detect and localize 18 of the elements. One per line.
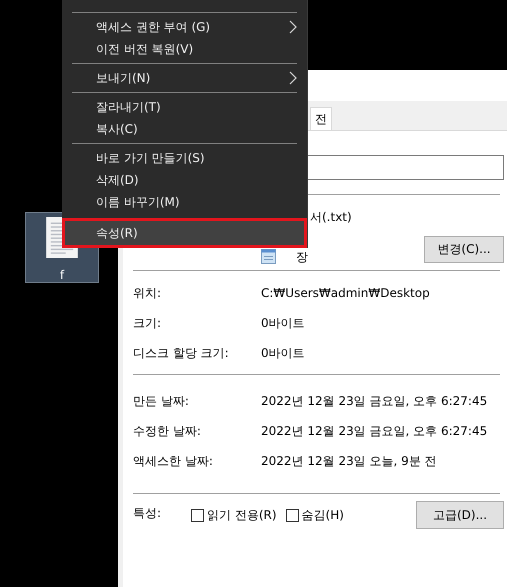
field-value: 0바이트 [261,314,305,332]
file-name-label: f [60,268,64,282]
field-label: 수정한 날짜: [133,422,202,440]
field-label: 위치: [133,284,162,302]
opens-with-value: 장 [296,250,308,264]
field-value: 2022년 12월 23일 금요일, 오후 6:27:45 [261,392,488,410]
field-value: C:₩Users₩admin₩Desktop [261,286,430,300]
field-value: 2022년 12월 23일 금요일, 오후 6:27:45 [261,422,488,440]
checkbox-label: 읽기 전용(R) [207,506,277,524]
checkbox-label: 숨김(H) [302,506,344,524]
field-label: 액세스한 날짜: [133,452,214,470]
field-label: 만든 날짜: [133,392,190,410]
field-value: 2022년 12월 23일 오늘, 9분 전 [261,452,437,470]
field-value: 0바이트 [261,344,305,362]
attributes-label: 특성: [133,505,162,522]
field-label: 디스크 할당 크기: [133,344,230,362]
field-label: 크기: [133,314,162,332]
file-type-value: 서(.txt) [310,208,352,226]
